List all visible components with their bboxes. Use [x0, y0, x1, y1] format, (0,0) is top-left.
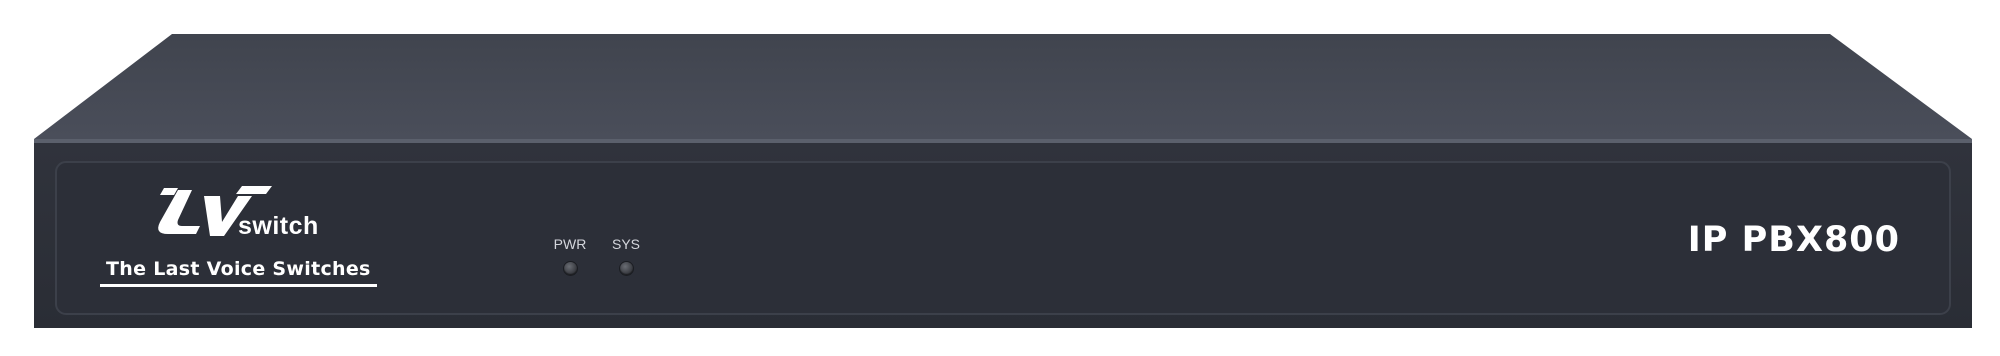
brand-logo: switch	[152, 186, 342, 242]
indicator-label: SYS	[611, 236, 640, 252]
model-name: IP PBX800	[1687, 220, 1900, 260]
device-chassis	[34, 34, 1972, 328]
led-light-icon	[563, 262, 577, 275]
chassis-top-edge	[34, 139, 1972, 143]
led-light-icon	[619, 262, 633, 275]
indicator-sys: SYS	[606, 236, 646, 275]
device-illustration: switch The Last Voice Switches PWR SYS I…	[0, 0, 2000, 356]
indicator-label: PWR	[553, 236, 587, 252]
brand-tagline: The Last Voice Switches	[100, 258, 377, 287]
logo-suffix-text: switch	[238, 212, 319, 240]
brand-block: switch The Last Voice Switches	[100, 186, 380, 287]
chassis-top-surface	[34, 34, 1972, 139]
indicator-pwr: PWR	[550, 236, 590, 275]
